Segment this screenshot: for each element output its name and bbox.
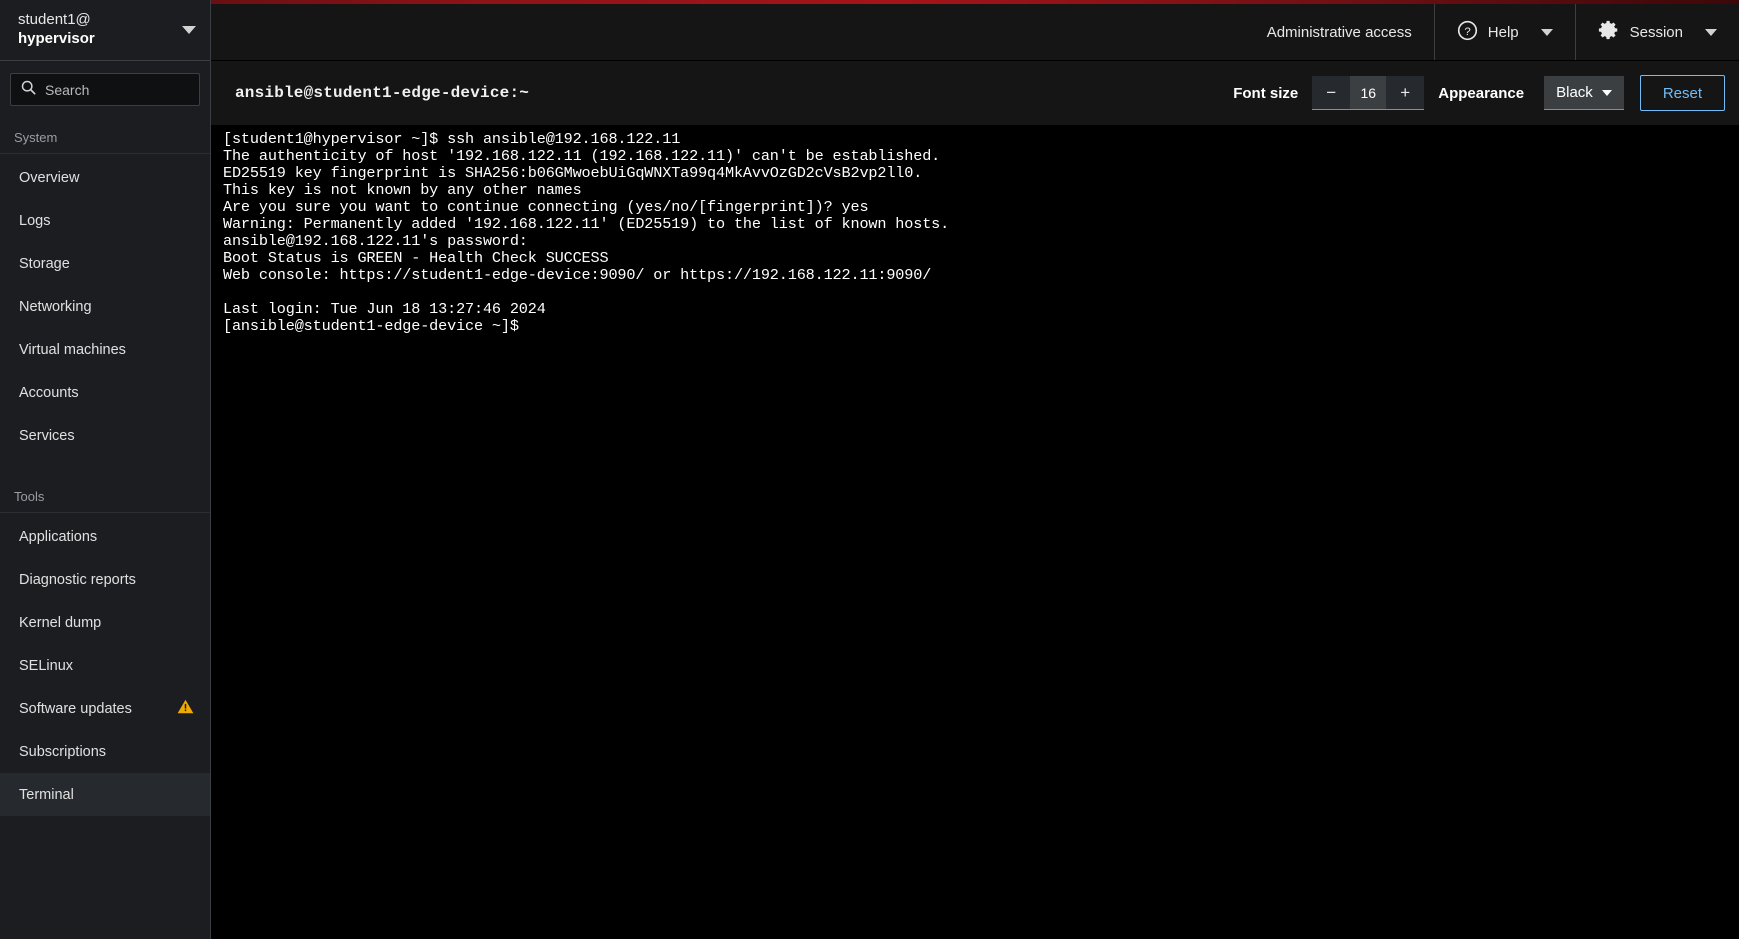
cockpit-web-console: student1@ hypervisor System — [0, 0, 1739, 939]
sidebar-item-virtual-machines[interactable]: Virtual machines — [0, 328, 210, 371]
sidebar-item-label: Storage — [19, 255, 70, 272]
sidebar-item-label: Virtual machines — [19, 341, 126, 358]
terminal-output: [student1@hypervisor ~]$ ssh ansible@192… — [223, 130, 950, 335]
sidebar-item-label: Logs — [19, 212, 51, 229]
sidebar-item-accounts[interactable]: Accounts — [0, 371, 210, 414]
gear-icon — [1598, 19, 1620, 45]
administrative-access-text: Administrative access — [1266, 23, 1412, 41]
nav-heading-tools: Tools — [0, 475, 210, 513]
sidebar: student1@ hypervisor System — [0, 0, 211, 939]
sidebar-item-label: Subscriptions — [19, 743, 107, 760]
administrative-access-label: Administrative access — [1245, 4, 1434, 60]
sidebar-item-applications[interactable]: Applications — [0, 515, 210, 558]
sidebar-item-label: Services — [19, 427, 75, 444]
host-switcher[interactable]: student1@ hypervisor — [0, 0, 210, 61]
search-icon — [21, 80, 36, 100]
sidebar-item-label: Diagnostic reports — [19, 571, 136, 588]
sidebar-search-wrapper — [0, 61, 210, 116]
sidebar-item-label: SELinux — [19, 657, 74, 674]
chevron-down-icon — [1705, 28, 1717, 36]
sidebar-item-logs[interactable]: Logs — [0, 199, 210, 242]
search-box[interactable] — [10, 73, 200, 106]
font-size-increase-button[interactable]: + — [1386, 76, 1425, 110]
sidebar-item-label: Overview — [19, 169, 80, 186]
sidebar-item-label: Accounts — [19, 384, 79, 401]
session-label: Session — [1629, 23, 1683, 41]
sidebar-item-label: Software updates — [19, 700, 132, 717]
sidebar-item-label: Networking — [19, 298, 92, 315]
sidebar-item-storage[interactable]: Storage — [0, 242, 210, 285]
terminal-title: ansible@student1-edge-device:~ — [235, 84, 530, 102]
reset-button[interactable]: Reset — [1639, 75, 1725, 111]
search-input[interactable] — [45, 81, 189, 98]
sidebar-item-overview[interactable]: Overview — [0, 156, 210, 199]
nav-group-system: System Overview Logs Storage Networking … — [0, 116, 210, 457]
svg-text:?: ? — [1464, 25, 1470, 37]
sidebar-item-kernel-dump[interactable]: Kernel dump — [0, 601, 210, 644]
host-name: hypervisor — [18, 30, 95, 47]
sidebar-item-software-updates[interactable]: Software updates — [0, 687, 210, 730]
font-size-stepper: − + — [1312, 76, 1425, 110]
sidebar-item-label: Applications — [19, 528, 98, 545]
sidebar-item-label: Kernel dump — [19, 614, 102, 631]
host-switcher-labels: student1@ hypervisor — [18, 11, 95, 49]
sidebar-item-label: Terminal — [19, 786, 74, 803]
terminal-toolbar: ansible@student1-edge-device:~ Font size… — [211, 61, 1739, 125]
host-user: student1@ — [18, 11, 91, 29]
chevron-down-icon — [1601, 89, 1612, 96]
help-label: Help — [1487, 23, 1519, 41]
appearance-theme-value: Black — [1556, 84, 1593, 101]
help-circle-icon: ? — [1457, 20, 1478, 45]
help-menu-button[interactable]: ? Help — [1433, 4, 1575, 60]
sidebar-item-terminal[interactable]: Terminal — [0, 773, 210, 816]
session-menu-button[interactable]: Session — [1574, 4, 1739, 60]
sidebar-item-networking[interactable]: Networking — [0, 285, 210, 328]
appearance-label: Appearance — [1438, 84, 1525, 102]
sidebar-item-subscriptions[interactable]: Subscriptions — [0, 730, 210, 773]
main-area: Administrative access ? Help Session ans… — [211, 0, 1739, 939]
warning-triangle-icon — [177, 699, 194, 718]
font-size-value[interactable] — [1350, 76, 1387, 110]
sidebar-item-services[interactable]: Services — [0, 414, 210, 457]
top-header: Administrative access ? Help Session — [211, 4, 1739, 61]
chevron-down-icon — [1540, 28, 1553, 36]
nav-group-tools: Tools Applications Diagnostic reports Ke… — [0, 475, 210, 816]
sidebar-nav: System Overview Logs Storage Networking … — [0, 116, 210, 816]
sidebar-item-diagnostic-reports[interactable]: Diagnostic reports — [0, 558, 210, 601]
appearance-theme-select[interactable]: Black — [1544, 76, 1624, 110]
sidebar-item-selinux[interactable]: SELinux — [0, 644, 210, 687]
font-size-decrease-button[interactable]: − — [1312, 76, 1351, 110]
nav-heading-system: System — [0, 116, 210, 154]
terminal-body[interactable]: [student1@hypervisor ~]$ ssh ansible@192… — [211, 125, 1739, 939]
nav-group-divider — [0, 457, 210, 475]
font-size-label: Font size — [1233, 84, 1299, 102]
chevron-down-icon — [182, 26, 196, 34]
